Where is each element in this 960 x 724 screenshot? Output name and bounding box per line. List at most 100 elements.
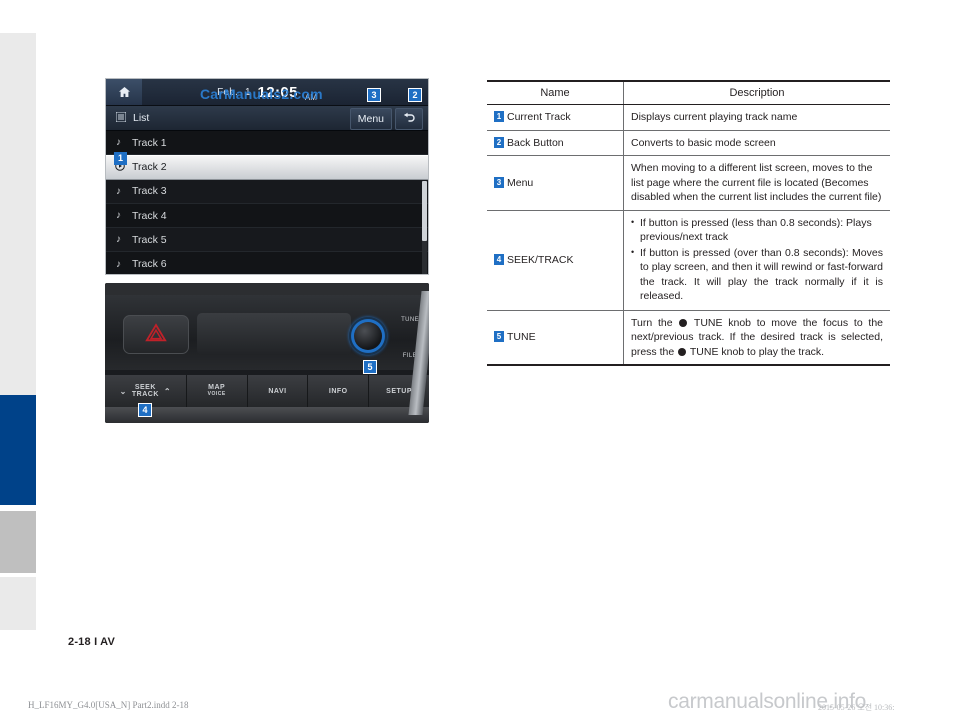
table-row: 1 Current Track Displays current playing …	[487, 104, 890, 131]
callout-badge-4: 4	[138, 403, 152, 417]
track-list[interactable]: ♪ Track 1 Track 2 ♪ Track 3 ♪ Track 4 ♪ …	[106, 131, 428, 274]
manual-page: Feb. 1 12:05 AM List Menu ♪ Track 1 Trac…	[0, 0, 960, 724]
table-row: 4SEEK/TRACK If button is pressed (less t…	[487, 210, 890, 311]
row-name-cell: 4 SEEK/TRACK	[487, 210, 624, 311]
row-description-cell: When moving to a different list screen, …	[623, 155, 890, 211]
dashboard-photo: TUNE FILE ⌄ SEEK TRACK ⌃ MAP VOICE NAVI	[105, 283, 429, 423]
track-label: Track 5	[132, 233, 167, 246]
row-description-cell: If button is pressed (less than 0.8 seco…	[623, 210, 890, 311]
seek-label: SEEK	[134, 383, 156, 391]
row-description-cell: Converts to basic mode screen	[623, 130, 890, 156]
callout-badge-2: 2	[408, 88, 422, 102]
map-label: MAP	[208, 383, 226, 391]
home-button[interactable]	[106, 79, 142, 105]
page-number: 2-18 I AV	[68, 636, 116, 648]
row-badge: 3	[494, 176, 504, 188]
description-bullet: If button is pressed (over than 0.8 seco…	[631, 245, 883, 304]
list-item[interactable]: ♪ Track 6	[106, 252, 428, 274]
track-label: Track 1	[132, 136, 167, 149]
row-description: When moving to a different list screen, …	[631, 162, 882, 203]
tune-knob-icon	[678, 347, 687, 356]
navi-label: NAVI	[268, 387, 287, 395]
hazard-button[interactable]	[123, 315, 189, 354]
tune-knob[interactable]	[354, 322, 382, 350]
row-badge: 1	[494, 111, 504, 123]
map-voice-label: MAP VOICE	[208, 384, 226, 399]
track-label: Track 2	[132, 161, 167, 174]
description-table: Name Description 1 Current Track Displays…	[487, 80, 890, 366]
sidebar-band-blue	[0, 395, 36, 505]
music-note-icon: ♪	[116, 234, 121, 246]
callout-badge-3: 3	[367, 88, 381, 102]
navi-button[interactable]: NAVI	[247, 375, 309, 407]
row-description: Displays current playing track name	[631, 111, 798, 123]
table-row: 5 TUNE Turn the TUNE knob to move the foc…	[487, 310, 890, 366]
row-badge: 4	[494, 254, 504, 265]
track-label: Track 3	[132, 185, 167, 198]
chevron-down-icon: ⌄	[119, 386, 127, 396]
head-unit-list-bar: List Menu	[106, 106, 428, 131]
row-name-cell: 5 TUNE	[487, 310, 624, 366]
list-item[interactable]: ♪ Track 4	[106, 203, 428, 229]
row-description-cell: Turn the TUNE knob to move the focus to …	[623, 310, 890, 366]
music-note-icon: ♪	[116, 137, 121, 149]
track-label: Track 6	[132, 258, 167, 271]
map-voice-button[interactable]: MAP VOICE	[186, 375, 248, 407]
menu-button-label: Menu	[357, 113, 384, 125]
menu-button[interactable]: Menu	[349, 108, 392, 130]
list-item[interactable]: ♪ Track 5	[106, 228, 428, 253]
sidebar-band-light-bottom	[0, 577, 36, 630]
row-description: Converts to basic mode screen	[631, 136, 776, 149]
dash-bottom-trim	[105, 407, 429, 423]
list-item[interactable]: ♪ Track 3	[106, 179, 428, 204]
chevron-up-icon: ⌃	[163, 386, 172, 396]
list-icon	[115, 111, 127, 125]
info-button[interactable]: INFO	[308, 375, 370, 407]
description-bullet: If button is pressed (less than 0.8 seco…	[631, 215, 883, 245]
document-footer: H_LF16MY_G4.0[USA_N] Part2.indd 2-18	[28, 700, 189, 710]
list-label: List	[133, 112, 150, 124]
callout-badge-5: 5	[363, 360, 377, 374]
sidebar-band-light-top	[0, 33, 36, 395]
page-sidebar-bands	[0, 33, 36, 630]
table-row: 2 Back Button Converts to basic mode scre…	[487, 130, 890, 156]
track-sublabel: TRACK	[131, 391, 159, 398]
row-description-cell: Displays current playing track name	[623, 104, 890, 131]
description-table-wrapper: Name Description 1 Current Track Displays…	[487, 80, 890, 366]
knob-text-part-1: Turn the	[631, 316, 673, 329]
scrollbar-thumb[interactable]	[422, 181, 427, 241]
tune-label: TUNE	[401, 317, 419, 323]
voice-sublabel: VOICE	[207, 391, 226, 397]
info-label: INFO	[328, 387, 348, 395]
row-name: Back Button	[507, 136, 564, 149]
list-title: List	[115, 106, 150, 130]
row-name: Menu	[507, 176, 534, 189]
row-badge: 5	[494, 331, 504, 343]
knob-text-part-3: TUNE knob to play the track.	[689, 345, 825, 358]
dash-panel-body: TUNE FILE	[105, 295, 429, 370]
row-name: Current Track	[507, 111, 571, 124]
row-name-cell: 2 Back Button	[487, 130, 624, 156]
head-unit-screen: Feb. 1 12:05 AM List Menu ♪ Track 1 Trac…	[105, 78, 429, 275]
sidebar-band-gray	[0, 511, 36, 573]
image-watermark: CarManuals2.com	[200, 86, 323, 102]
table-row: 3 Menu When moving to a different list sc…	[487, 155, 890, 211]
back-button[interactable]	[395, 108, 423, 130]
home-icon	[118, 86, 131, 98]
list-item[interactable]: ♪ Track 1	[106, 131, 428, 156]
row-name-cell: 3 Menu	[487, 155, 624, 211]
date-stamp: 2015-05-26 오전 10:36:	[818, 703, 895, 712]
back-arrow-icon	[403, 110, 416, 128]
list-item-selected[interactable]: Track 2	[106, 155, 428, 180]
seek-track-label: SEEK TRACK	[132, 384, 159, 399]
row-name-cell: 1 Current Track	[487, 104, 624, 131]
music-note-icon: ♪	[116, 258, 121, 270]
row-name: TUNE	[507, 331, 536, 344]
dash-gloss-panel	[197, 313, 351, 355]
music-note-icon: ♪	[116, 185, 121, 197]
column-header-description: Description	[623, 80, 890, 105]
column-header-name: Name	[487, 80, 624, 105]
hazard-triangle-icon	[145, 322, 167, 347]
dash-button-row: ⌄ SEEK TRACK ⌃ MAP VOICE NAVI INFO SETUP	[105, 375, 429, 407]
setup-label: SETUP	[386, 387, 413, 395]
